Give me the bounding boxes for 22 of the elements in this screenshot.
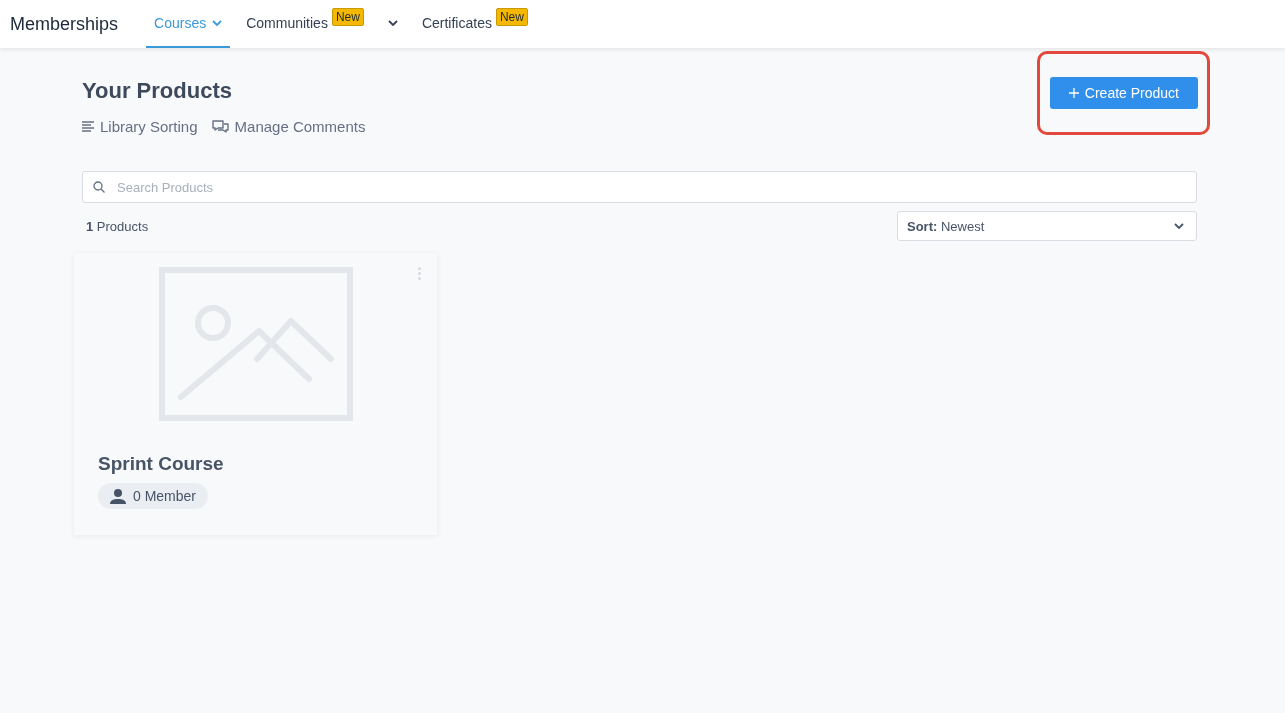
manage-comments-link[interactable]: Manage Comments <box>211 118 366 135</box>
product-count: 1 Products <box>86 218 149 234</box>
chevron-down-icon <box>1174 223 1184 229</box>
product-card[interactable]: Sprint Course 0 Member <box>74 253 437 535</box>
new-badge: New <box>495 8 528 26</box>
app-title: Memberships <box>10 13 119 35</box>
nav-tab[interactable]: Communities New <box>238 0 372 48</box>
product-title: Sprint Course <box>98 453 225 475</box>
sort-dropdown[interactable]: Sort: Newest <box>897 211 1197 241</box>
list-icon <box>82 121 94 132</box>
person-icon <box>110 488 126 504</box>
page-heading: Your Products <box>82 78 233 104</box>
new-badge: New <box>331 8 364 26</box>
plus-icon <box>1068 88 1079 98</box>
more-options-button[interactable] <box>418 267 421 280</box>
member-count-pill: 0 Member <box>98 483 209 509</box>
search-icon <box>93 181 105 193</box>
nav-tab[interactable]: Certificates New <box>413 0 536 48</box>
library-sorting-link[interactable]: Library Sorting <box>82 118 198 135</box>
search-input[interactable]: Search Products <box>115 178 1186 196</box>
chat-bubbles-icon <box>211 118 229 135</box>
search-field[interactable]: Search Products <box>82 171 1197 203</box>
